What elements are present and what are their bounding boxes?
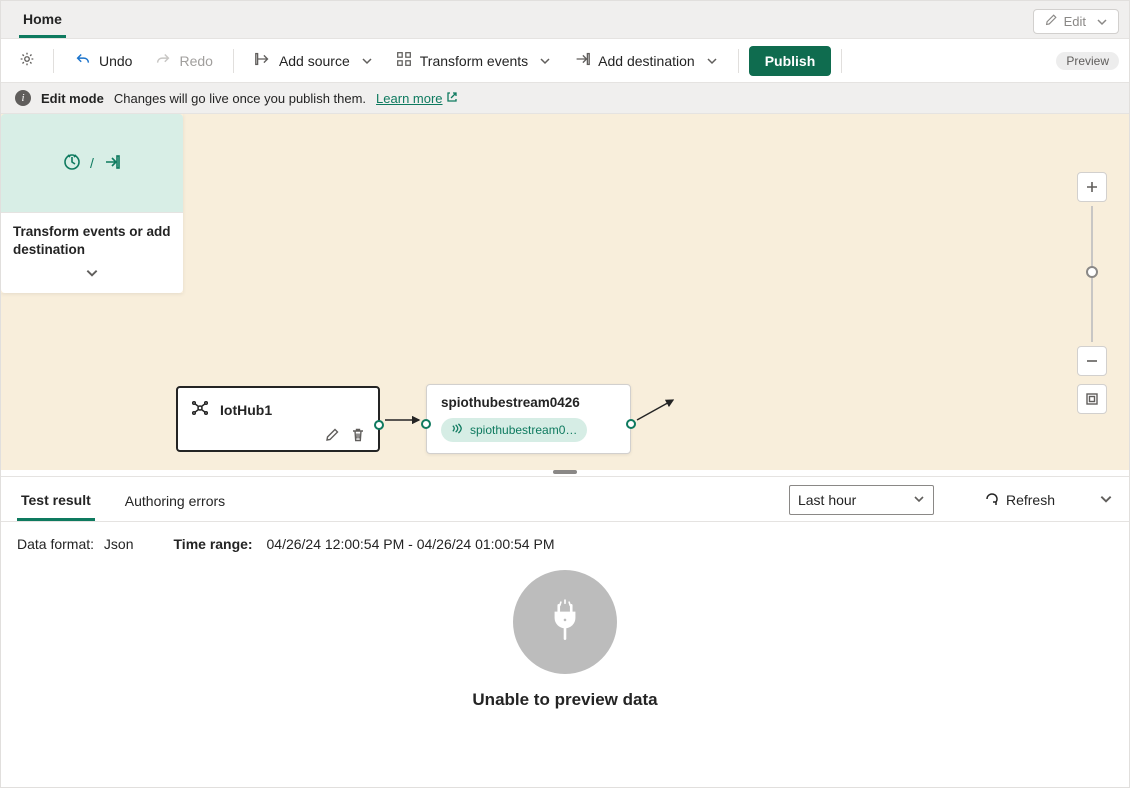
node-header: IotHub1 (190, 398, 366, 421)
transform-icon (395, 50, 413, 71)
node-iothub[interactable]: IotHub1 (176, 386, 380, 452)
header-tabs-row: Home Edit (1, 1, 1129, 39)
preview-pill: Preview (1056, 52, 1119, 70)
undo-button[interactable]: Undo (64, 45, 142, 76)
external-link-icon (446, 91, 458, 106)
empty-state: Unable to preview data (1, 566, 1129, 787)
info-icon: i (15, 90, 31, 106)
node-action-placeholder[interactable]: / Transform events or add destination (1, 114, 183, 293)
settings-button[interactable] (11, 45, 43, 76)
data-format-value: Json (104, 536, 134, 552)
edit-button-label: Edit (1064, 14, 1086, 29)
destination-icon (102, 152, 122, 175)
redo-button: Redo (144, 45, 222, 76)
tab-authoring-errors[interactable]: Authoring errors (121, 487, 229, 519)
add-source-label: Add source (279, 53, 350, 69)
hub-icon (190, 398, 210, 421)
node-iothub-title: IotHub1 (220, 402, 272, 418)
toolbar-separator (738, 49, 739, 73)
transform-events-button[interactable]: Transform events (385, 45, 561, 76)
refresh-icon (984, 491, 1000, 510)
add-destination-icon (573, 50, 591, 71)
empty-state-message: Unable to preview data (472, 690, 657, 710)
undo-icon (74, 50, 92, 71)
learn-more-label: Learn more (376, 91, 442, 106)
data-format-label: Data format: (17, 536, 94, 552)
refresh-button-label: Refresh (1006, 492, 1055, 508)
result-meta-row: Data format: Json Time range: 04/26/24 1… (1, 522, 1129, 566)
delete-node-button[interactable] (350, 427, 366, 443)
edit-mode-desc: Changes will go live once you publish th… (114, 91, 366, 106)
redo-icon (154, 50, 172, 71)
header-tabs: Home (19, 5, 66, 38)
learn-more-link[interactable]: Learn more (376, 91, 457, 106)
output-port[interactable] (374, 420, 384, 430)
zoom-in-button[interactable] (1077, 172, 1107, 202)
results-panel: Test result Authoring errors Last hour R… (1, 476, 1129, 787)
edit-node-button[interactable] (324, 427, 340, 443)
main-toolbar: Undo Redo Add source Transform events Ad… (1, 39, 1129, 83)
zoom-slider-track[interactable] (1091, 206, 1093, 342)
undo-button-label: Undo (99, 53, 132, 69)
toolbar-separator (233, 49, 234, 73)
add-source-button[interactable]: Add source (244, 45, 383, 76)
edit-mode-title: Edit mode (41, 91, 104, 106)
action-icons: / (1, 114, 183, 212)
chevron-down-icon (1096, 16, 1108, 28)
chevron-down-icon (539, 55, 551, 67)
input-port[interactable] (421, 419, 431, 429)
toolbar-separator (53, 49, 54, 73)
refresh-button[interactable]: Refresh (978, 487, 1061, 514)
publish-button[interactable]: Publish (749, 46, 832, 76)
time-range-dropdown[interactable]: Last hour (789, 485, 934, 515)
node-stream[interactable]: spiothubestream0426 spiothubestream0… (426, 384, 631, 454)
connector (635, 394, 679, 424)
stream-chip[interactable]: spiothubestream0… (441, 418, 587, 442)
connector (383, 412, 425, 428)
node-stream-title: spiothubestream0426 (441, 395, 616, 410)
results-tabs-row: Test result Authoring errors Last hour R… (1, 477, 1129, 522)
add-destination-button[interactable]: Add destination (563, 45, 728, 76)
time-range-value-text: 04/26/24 12:00:54 PM - 04/26/24 01:00:54… (267, 536, 555, 552)
transform-events-label: Transform events (420, 53, 528, 69)
transform-icon (62, 152, 82, 175)
zoom-slider-thumb[interactable] (1086, 266, 1098, 278)
tab-home[interactable]: Home (19, 5, 66, 38)
edit-button[interactable]: Edit (1033, 9, 1119, 34)
chevron-down-icon[interactable] (85, 266, 99, 283)
output-port[interactable] (626, 419, 636, 429)
redo-button-label: Redo (179, 53, 212, 69)
pipeline-canvas[interactable]: IotHub1 spiothubestream0426 spiothubestr… (1, 114, 1129, 470)
chevron-down-icon (361, 55, 373, 67)
pencil-icon (1044, 13, 1058, 30)
toolbar-separator (841, 49, 842, 73)
time-range-value: Last hour (798, 492, 856, 508)
add-destination-label: Add destination (598, 53, 695, 69)
zoom-controls (1077, 172, 1107, 414)
collapse-panel-button[interactable] (1099, 492, 1113, 509)
action-placeholder-label: Transform events or add destination (13, 223, 171, 258)
time-range-label: Time range: (174, 536, 253, 552)
plug-icon (513, 570, 617, 674)
fit-to-screen-button[interactable] (1077, 384, 1107, 414)
tab-test-result[interactable]: Test result (17, 486, 95, 521)
stream-icon (451, 422, 464, 438)
add-source-icon (254, 50, 272, 71)
app-root: Home Edit Undo Redo Add source (0, 0, 1130, 788)
gear-icon (18, 50, 36, 71)
slash-label: / (90, 155, 94, 171)
chevron-down-icon (706, 55, 718, 67)
stream-chip-label: spiothubestream0… (470, 423, 577, 437)
chevron-down-icon (913, 492, 925, 508)
edit-mode-bar: i Edit mode Changes will go live once yo… (1, 83, 1129, 114)
zoom-out-button[interactable] (1077, 346, 1107, 376)
